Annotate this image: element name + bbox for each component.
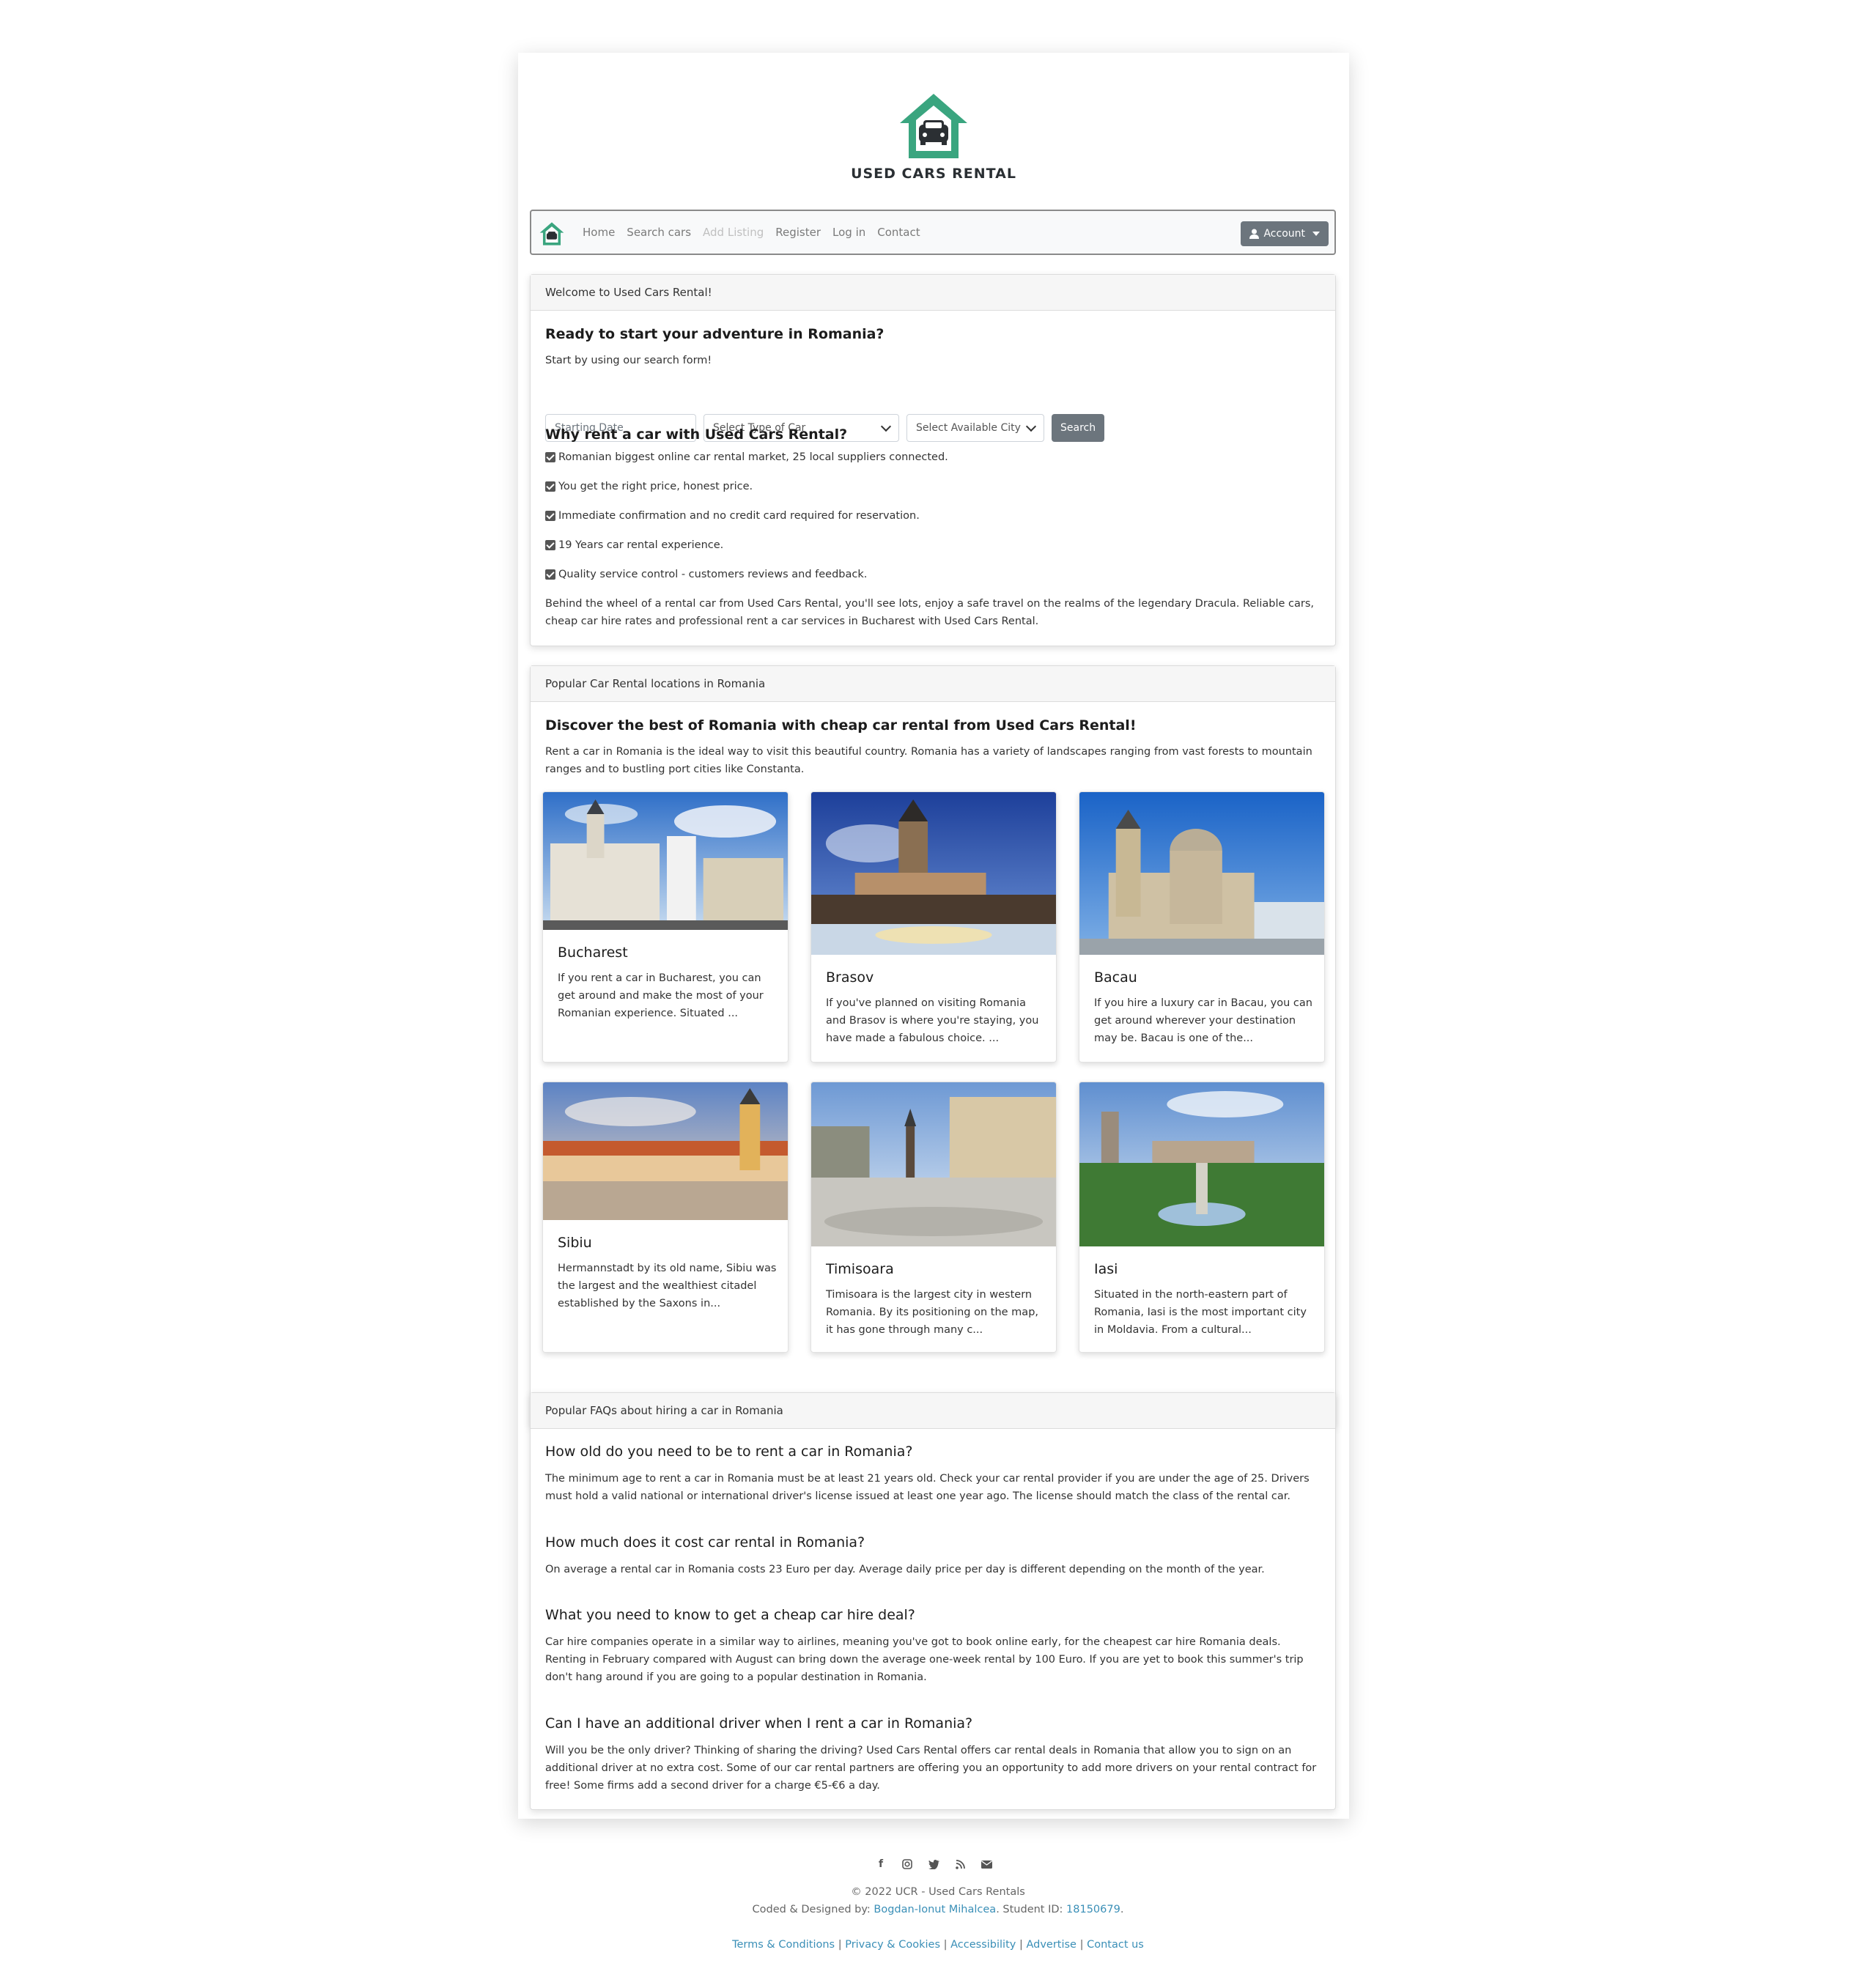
reason-item: 19 Years car rental experience. <box>545 539 723 551</box>
locations-heading: Discover the best of Romania with cheap … <box>545 717 1137 733</box>
checkbox-icon <box>545 481 555 492</box>
faq-answer: The minimum age to rent a car in Romania… <box>545 1473 1310 1502</box>
city-name: Timisoara <box>826 1261 894 1277</box>
locations-intro: Rent a car in Romania is the ideal way t… <box>545 746 1312 775</box>
reason-item: Quality service control - customers revi… <box>545 569 867 580</box>
city-select[interactable]: Select Available City <box>906 414 1044 442</box>
nav-register[interactable]: Register <box>775 226 821 239</box>
faq-answer: On average a rental car in Romania costs… <box>545 1564 1265 1575</box>
envelope-icon[interactable] <box>981 1858 992 1870</box>
footer-copyright: © 2022 UCR - Used Cars Rentals <box>851 1886 1025 1898</box>
chevron-down-icon <box>880 421 892 432</box>
faq-question: Can I have an additional driver when I r… <box>545 1715 973 1732</box>
rss-icon[interactable] <box>954 1858 966 1870</box>
welcome-paragraph: Behind the wheel of a rental car from Us… <box>545 598 1315 627</box>
city-description: Situated in the north-eastern part of Ro… <box>1094 1289 1307 1336</box>
contact-us-link[interactable]: Contact us <box>1087 1939 1144 1951</box>
accessibility-link[interactable]: Accessibility <box>950 1939 1016 1951</box>
footer-links: Terms & Conditions | Privacy & Cookies |… <box>732 1939 1144 1951</box>
social-links: f <box>875 1858 992 1870</box>
faq-question: How much does it cost car rental in Roma… <box>545 1534 865 1551</box>
faq-question: How old do you need to be to rent a car … <box>545 1444 913 1460</box>
checkbox-icon <box>545 452 555 462</box>
facebook-icon[interactable]: f <box>875 1858 887 1870</box>
garage-car-logo-icon <box>900 94 967 158</box>
city-name: Sibiu <box>558 1235 592 1251</box>
city-description: Hermannstadt by its old name, Sibiu was … <box>558 1263 777 1309</box>
main-navbar: Home Search cars Add Listing Register Lo… <box>530 210 1336 255</box>
nav-log-in[interactable]: Log in <box>832 226 865 239</box>
city-card-iasi[interactable]: Iasi Situated in the north-eastern part … <box>1079 1082 1325 1353</box>
city-card-sibiu[interactable]: Sibiu Hermannstadt by its old name, Sibi… <box>542 1082 789 1353</box>
faq-answer: Car hire companies operate in a similar … <box>545 1636 1304 1683</box>
account-dropdown-button[interactable]: Account <box>1241 221 1329 246</box>
iasi-photo <box>1079 1082 1324 1246</box>
footer-credits: Coded & Designed by: Bogdan-Ionut Mihalc… <box>752 1904 1124 1915</box>
page-container: USED CARS RENTAL Home Search cars Add Li… <box>518 53 1349 1819</box>
instagram-icon[interactable] <box>901 1858 913 1870</box>
city-description: If you rent a car in Bucharest, you can … <box>558 972 764 1019</box>
reason-item: Romanian biggest online car rental marke… <box>545 451 948 463</box>
reason-item: Immediate confirmation and no credit car… <box>545 510 920 522</box>
navbar-brand[interactable] <box>539 221 565 249</box>
welcome-card: Welcome to Used Cars Rental! Ready to st… <box>530 274 1336 646</box>
locations-card-header: Popular Car Rental locations in Romania <box>531 666 1335 702</box>
faq-card: Popular FAQs about hiring a car in Roman… <box>530 1392 1336 1810</box>
twitter-icon[interactable] <box>928 1858 939 1870</box>
welcome-subtext: Start by using our search form! <box>545 355 712 366</box>
city-card-bucharest[interactable]: Bucharest If you rent a car in Bucharest… <box>542 791 789 1063</box>
city-name: Bucharest <box>558 945 628 961</box>
city-description: If you've planned on visiting Romania an… <box>826 997 1039 1044</box>
terms-link[interactable]: Terms & Conditions <box>732 1939 835 1951</box>
nav-home[interactable]: Home <box>583 226 615 239</box>
checkbox-icon <box>545 569 555 580</box>
city-card-timisoara[interactable]: Timisoara Timisoara is the largest city … <box>810 1082 1057 1353</box>
caret-down-icon <box>1312 232 1320 236</box>
locations-card: Popular Car Rental locations in Romania … <box>530 665 1336 1427</box>
nav-contact[interactable]: Contact <box>877 226 920 239</box>
nav-add-listing[interactable]: Add Listing <box>703 226 764 239</box>
author-link[interactable]: Bogdan-Ionut Mihalcea <box>874 1904 996 1915</box>
nav-search-cars[interactable]: Search cars <box>627 226 691 239</box>
logo-text: USED CARS RENTAL <box>851 166 1016 182</box>
search-button[interactable]: Search <box>1052 414 1105 442</box>
checkbox-icon <box>545 540 555 550</box>
site-logo[interactable]: USED CARS RENTAL <box>518 91 1349 182</box>
reason-item: You get the right price, honest price. <box>545 481 753 492</box>
welcome-card-header: Welcome to Used Cars Rental! <box>531 275 1335 311</box>
advertise-link[interactable]: Advertise <box>1026 1939 1077 1951</box>
city-card-bacau[interactable]: Bacau If you hire a luxury car in Bacau,… <box>1079 791 1325 1063</box>
checkbox-icon <box>545 511 555 521</box>
bucharest-photo <box>543 792 788 930</box>
garage-car-icon <box>539 222 564 245</box>
faq-question: What you need to know to get a cheap car… <box>545 1607 915 1623</box>
bacau-photo <box>1079 792 1324 955</box>
brasov-photo <box>811 792 1056 955</box>
city-description: If you hire a luxury car in Bacau, you c… <box>1094 997 1312 1044</box>
sibiu-photo <box>543 1082 788 1220</box>
account-label: Account <box>1263 228 1305 240</box>
why-heading: Why rent a car with Used Cars Rental? <box>545 426 848 443</box>
faq-answer: Will you be the only driver? Thinking of… <box>545 1745 1317 1792</box>
city-name: Bacau <box>1094 969 1137 986</box>
city-name: Brasov <box>826 969 874 986</box>
welcome-heading: Ready to start your adventure in Romania… <box>545 326 885 342</box>
chevron-down-icon <box>1025 421 1037 432</box>
city-card-brasov[interactable]: Brasov If you've planned on visiting Rom… <box>810 791 1057 1063</box>
student-id-link[interactable]: 18150679 <box>1066 1904 1120 1915</box>
privacy-link[interactable]: Privacy & Cookies <box>845 1939 940 1951</box>
faq-card-header: Popular FAQs about hiring a car in Roman… <box>531 1393 1335 1429</box>
city-name: Iasi <box>1094 1261 1118 1277</box>
timisoara-photo <box>811 1082 1056 1246</box>
city-description: Timisoara is the largest city in western… <box>826 1289 1039 1336</box>
user-icon <box>1249 229 1260 239</box>
